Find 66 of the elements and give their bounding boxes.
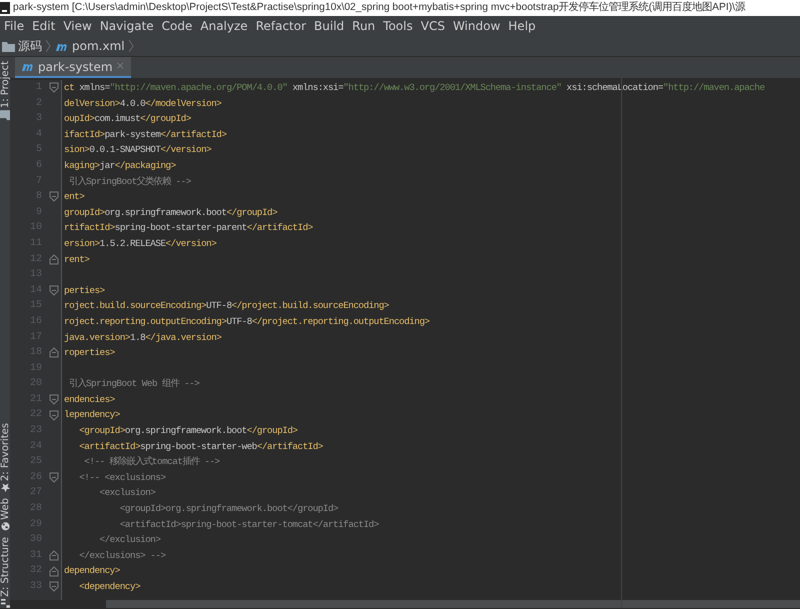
code-line: lependency> — [63, 408, 121, 422]
menu-item[interactable]: Navigate — [96, 17, 158, 35]
code-line: </exclusion> — [98, 533, 162, 548]
menu-item[interactable]: File — [0, 17, 28, 35]
code-line: 引入SpringBoot Web 组件 --> — [68, 377, 200, 392]
menu-item[interactable]: Tools — [379, 17, 417, 35]
fold-marker-icon[interactable] — [49, 472, 59, 484]
editor-tab[interactable]: park-system × — [15, 57, 131, 78]
fold-marker-icon[interactable] — [49, 410, 59, 421]
menu-item[interactable]: Code — [158, 17, 196, 35]
menu-item[interactable]: View — [59, 17, 96, 35]
fold-marker-icon[interactable] — [49, 394, 59, 406]
code-line: rent> — [63, 252, 90, 267]
chevron-icon — [46, 40, 51, 52]
code-line: delVersion>4.0.0</modelVersion> — [63, 96, 222, 111]
code-line: <groupId>org.springframework.boot</groupId> — [118, 502, 340, 516]
window-title: park-system [C:\Users\admin\Desktop\ProjectS\Test&Practise\spring10x\02_spring boot+mybatis+spring mvc+bootstrap开发停车位管理系统(调用百度地图API)\源 — [13, 0, 745, 15]
code-line: roject.reporting.outputEncoding>UTF-8</project.reporting.outputEncoding> — [63, 314, 430, 329]
code-line: roject.build.sourceEncoding>UTF-8</project.build.sourceEncoding> — [63, 299, 390, 314]
m-letter-icon — [21, 61, 35, 72]
fold-marker-icon[interactable] — [49, 550, 59, 562]
menu-item[interactable]: Window — [448, 17, 504, 35]
code-line: 引入SpringBoot父类依赖 --> — [68, 174, 192, 189]
code-line: <groupId>org.springframework.boot</groupId> — [78, 424, 299, 438]
fold-marker-icon[interactable] — [49, 581, 59, 592]
code-line: <artifactId>spring-boot-starter-tomcat</artifactId> — [118, 518, 380, 532]
code-line: ct xmlns="http://maven.apache.org/POM/4.0.0" xmlns:xsi="http://www.w3.org/2001/XMLSchema-instance" xsi:schemaLocation="http://maven.apache — [63, 81, 766, 95]
fold-marker-icon[interactable] — [49, 285, 59, 296]
code-line: <artifactId>spring-boot-starter-web</artifactId> — [78, 440, 324, 454]
fold-marker-icon[interactable] — [49, 191, 59, 202]
code-line: ent> — [63, 190, 86, 204]
star-icon — [0, 483, 10, 492]
fold-marker-icon[interactable] — [49, 254, 59, 265]
code-line: roperties> — [63, 346, 116, 360]
fold-marker-icon[interactable] — [49, 566, 59, 577]
fold-marker-icon[interactable] — [49, 347, 59, 358]
folder-icon — [2, 40, 15, 52]
code-line: oupId>com.imust</groupId> — [63, 112, 192, 126]
code-line: <!-- 移除嵌入式tomcat插件 --> — [83, 455, 221, 470]
code-line: rtifactId>spring-boot-starter-parent</artifactId> — [63, 221, 314, 236]
code-line: endencies> — [63, 392, 116, 407]
code-line: perties> — [63, 284, 106, 298]
horizontal-scrollbar[interactable] — [106, 600, 800, 608]
menu-item[interactable]: VCS — [416, 17, 449, 35]
code-line: <exclusion> — [98, 486, 156, 500]
menu-item[interactable]: Edit — [28, 17, 60, 35]
chevron-icon — [128, 40, 134, 52]
menu-item[interactable]: Analyze — [196, 17, 252, 35]
code-line: kaging>jar</packaging> — [63, 158, 177, 173]
menu-item[interactable]: Run — [348, 17, 380, 35]
structure-icon — [0, 599, 10, 608]
code-line: sion>0.0.1-SNAPSHOT</version> — [63, 143, 212, 158]
breadcrumb-item[interactable]: 源码 — [2, 37, 42, 55]
menu-item[interactable]: Refactor — [252, 17, 310, 35]
code-line: ersion>1.5.2.RELEASE</version> — [63, 236, 218, 251]
menu-item[interactable]: Build — [310, 17, 348, 35]
breadcrumb-item[interactable]: pom.xml — [55, 37, 125, 55]
code-line: java.version>1.8</java.version> — [63, 330, 222, 344]
menu-item[interactable]: Help — [504, 17, 540, 35]
code-line: <!-- <exclusions> — [78, 470, 167, 485]
code-line: dependency> — [63, 564, 121, 578]
code-line: ifactId>park-system</artifactId> — [63, 128, 228, 142]
code-line: </exclusions> --> — [78, 548, 167, 563]
fold-marker-icon[interactable] — [49, 82, 59, 94]
code-line: groupId>org.springframework.boot</groupId> — [63, 206, 278, 220]
code-line: <dependency> — [78, 580, 142, 594]
